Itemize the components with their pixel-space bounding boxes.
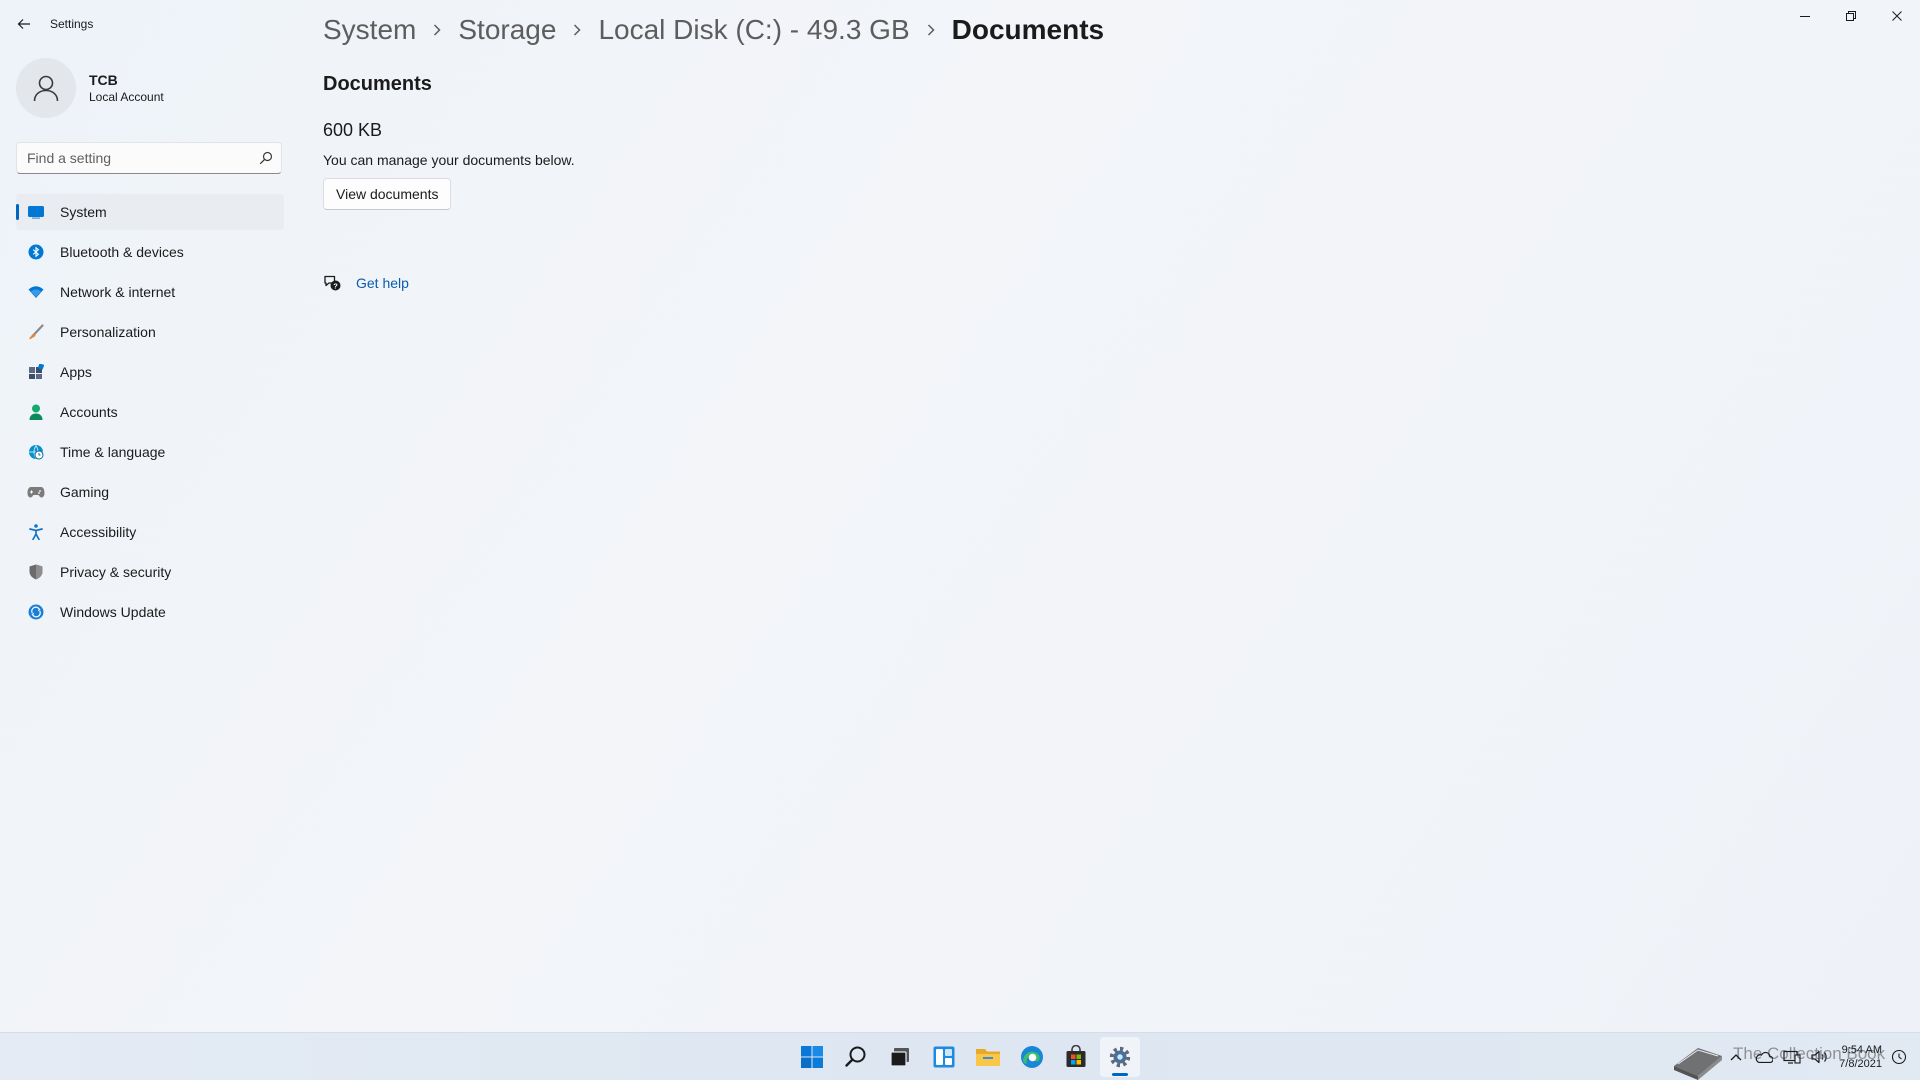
window-controls bbox=[1782, 0, 1920, 32]
sidebar-item-accessibility[interactable]: Accessibility bbox=[16, 514, 284, 550]
restore-icon bbox=[1846, 11, 1856, 21]
file-explorer-icon bbox=[976, 1049, 1000, 1066]
widgets-button[interactable] bbox=[924, 1037, 964, 1077]
chevron-right-icon bbox=[556, 24, 598, 36]
breadcrumb-local-disk[interactable]: Local Disk (C:) - 49.3 GB bbox=[598, 14, 909, 46]
apps-icon bbox=[27, 363, 45, 381]
start-button[interactable] bbox=[792, 1037, 832, 1077]
sidebar-item-bluetooth-devices[interactable]: Bluetooth & devices bbox=[16, 234, 284, 270]
search-box[interactable] bbox=[16, 142, 282, 174]
sidebar-item-system[interactable]: System bbox=[16, 194, 284, 230]
view-documents-button[interactable]: View documents bbox=[323, 178, 452, 210]
breadcrumb: System Storage Local Disk (C:) - 49.3 GB… bbox=[323, 10, 1104, 50]
breadcrumb-system[interactable]: System bbox=[323, 14, 416, 46]
section-title: Documents bbox=[323, 73, 432, 95]
settings-icon bbox=[1109, 1046, 1131, 1068]
close-icon bbox=[1892, 11, 1902, 21]
sidebar-item-personalization[interactable]: Personalization bbox=[16, 314, 284, 350]
help-label: Get help bbox=[356, 275, 409, 291]
bluetooth-icon bbox=[27, 243, 45, 261]
sidebar-item-gaming[interactable]: Gaming bbox=[16, 474, 284, 510]
chevron-right-icon bbox=[910, 24, 952, 36]
search-icon bbox=[845, 1046, 866, 1067]
widgets-icon bbox=[933, 1046, 955, 1068]
sidebar-item-accounts[interactable]: Accounts bbox=[16, 394, 284, 430]
minimize-button[interactable] bbox=[1782, 0, 1828, 32]
documents-size: 600 KB bbox=[323, 120, 383, 140]
sidebar-item-privacy-security[interactable]: Privacy & security bbox=[16, 554, 284, 590]
update-icon bbox=[27, 603, 45, 621]
sidebar-item-time-language[interactable]: Time & language bbox=[16, 434, 284, 470]
get-help-link[interactable]: ? Get help bbox=[323, 273, 409, 293]
sidebar-item-label: Privacy & security bbox=[60, 564, 172, 580]
profile-name: TCB bbox=[89, 72, 118, 88]
store-icon bbox=[1066, 1045, 1086, 1067]
sidebar: TCB Local Account System Bluetooth & dev… bbox=[0, 48, 300, 1028]
sidebar-nav: System Bluetooth & devices Network & int… bbox=[16, 194, 284, 634]
sidebar-item-label: Apps bbox=[60, 364, 92, 380]
taskbar-search-button[interactable] bbox=[836, 1037, 876, 1077]
chevron-right-icon bbox=[416, 24, 458, 36]
accessibility-icon bbox=[27, 523, 45, 541]
sidebar-item-label: Accounts bbox=[60, 404, 118, 420]
brush-icon bbox=[27, 323, 45, 341]
watermark-text: The Collection Book bbox=[1733, 1044, 1886, 1063]
sidebar-item-label: Personalization bbox=[60, 324, 156, 340]
notification-icon[interactable] bbox=[1888, 1046, 1910, 1068]
minimize-icon bbox=[1800, 16, 1810, 17]
taskbar-apps bbox=[792, 1037, 1144, 1077]
sidebar-item-label: Bluetooth & devices bbox=[60, 244, 184, 260]
sidebar-item-apps[interactable]: Apps bbox=[16, 354, 284, 390]
sidebar-item-windows-update[interactable]: Windows Update bbox=[16, 594, 284, 630]
sidebar-item-label: Time & language bbox=[60, 444, 166, 460]
user-profile[interactable]: TCB Local Account bbox=[16, 58, 164, 118]
globe-clock-icon bbox=[27, 443, 45, 461]
sidebar-item-label: Windows Update bbox=[60, 604, 166, 620]
sidebar-item-network-internet[interactable]: Network & internet bbox=[16, 274, 284, 310]
app-title: Settings bbox=[50, 17, 94, 31]
gamepad-icon bbox=[27, 483, 45, 501]
user-icon bbox=[33, 75, 59, 102]
file-explorer-button[interactable] bbox=[968, 1037, 1008, 1077]
taskbar: 9:54 AM 7/8/2021 bbox=[0, 1032, 1920, 1080]
system-icon bbox=[27, 203, 45, 221]
profile-account-type: Local Account bbox=[89, 90, 164, 104]
wifi-icon bbox=[27, 283, 45, 301]
search-input[interactable] bbox=[17, 143, 267, 173]
breadcrumb-storage[interactable]: Storage bbox=[458, 14, 556, 46]
settings-taskbar-button[interactable] bbox=[1100, 1037, 1140, 1077]
task-view-button[interactable] bbox=[880, 1037, 920, 1077]
sidebar-item-label: Gaming bbox=[60, 484, 110, 500]
documents-description: You can manage your documents below. bbox=[323, 152, 575, 168]
back-arrow-icon bbox=[17, 19, 30, 29]
book-logo-icon bbox=[1674, 1048, 1722, 1080]
sidebar-item-label: Network & internet bbox=[60, 284, 176, 300]
restore-button[interactable] bbox=[1828, 0, 1874, 32]
sidebar-item-label: Accessibility bbox=[60, 524, 137, 540]
search-icon[interactable] bbox=[259, 151, 273, 165]
accounts-icon bbox=[27, 403, 45, 421]
breadcrumb-documents: Documents bbox=[951, 14, 1105, 45]
edge-button[interactable] bbox=[1012, 1037, 1052, 1077]
shield-icon bbox=[27, 563, 45, 581]
store-button[interactable] bbox=[1056, 1037, 1096, 1077]
start-icon bbox=[801, 1046, 823, 1068]
back-button[interactable] bbox=[10, 10, 38, 38]
task-view-icon bbox=[890, 1048, 909, 1067]
avatar bbox=[16, 58, 76, 118]
svg-text:?: ? bbox=[333, 281, 338, 290]
edge-icon bbox=[1021, 1046, 1043, 1068]
sidebar-item-label: System bbox=[60, 204, 107, 220]
close-button[interactable] bbox=[1874, 0, 1920, 32]
help-chat-icon: ? bbox=[324, 275, 341, 291]
